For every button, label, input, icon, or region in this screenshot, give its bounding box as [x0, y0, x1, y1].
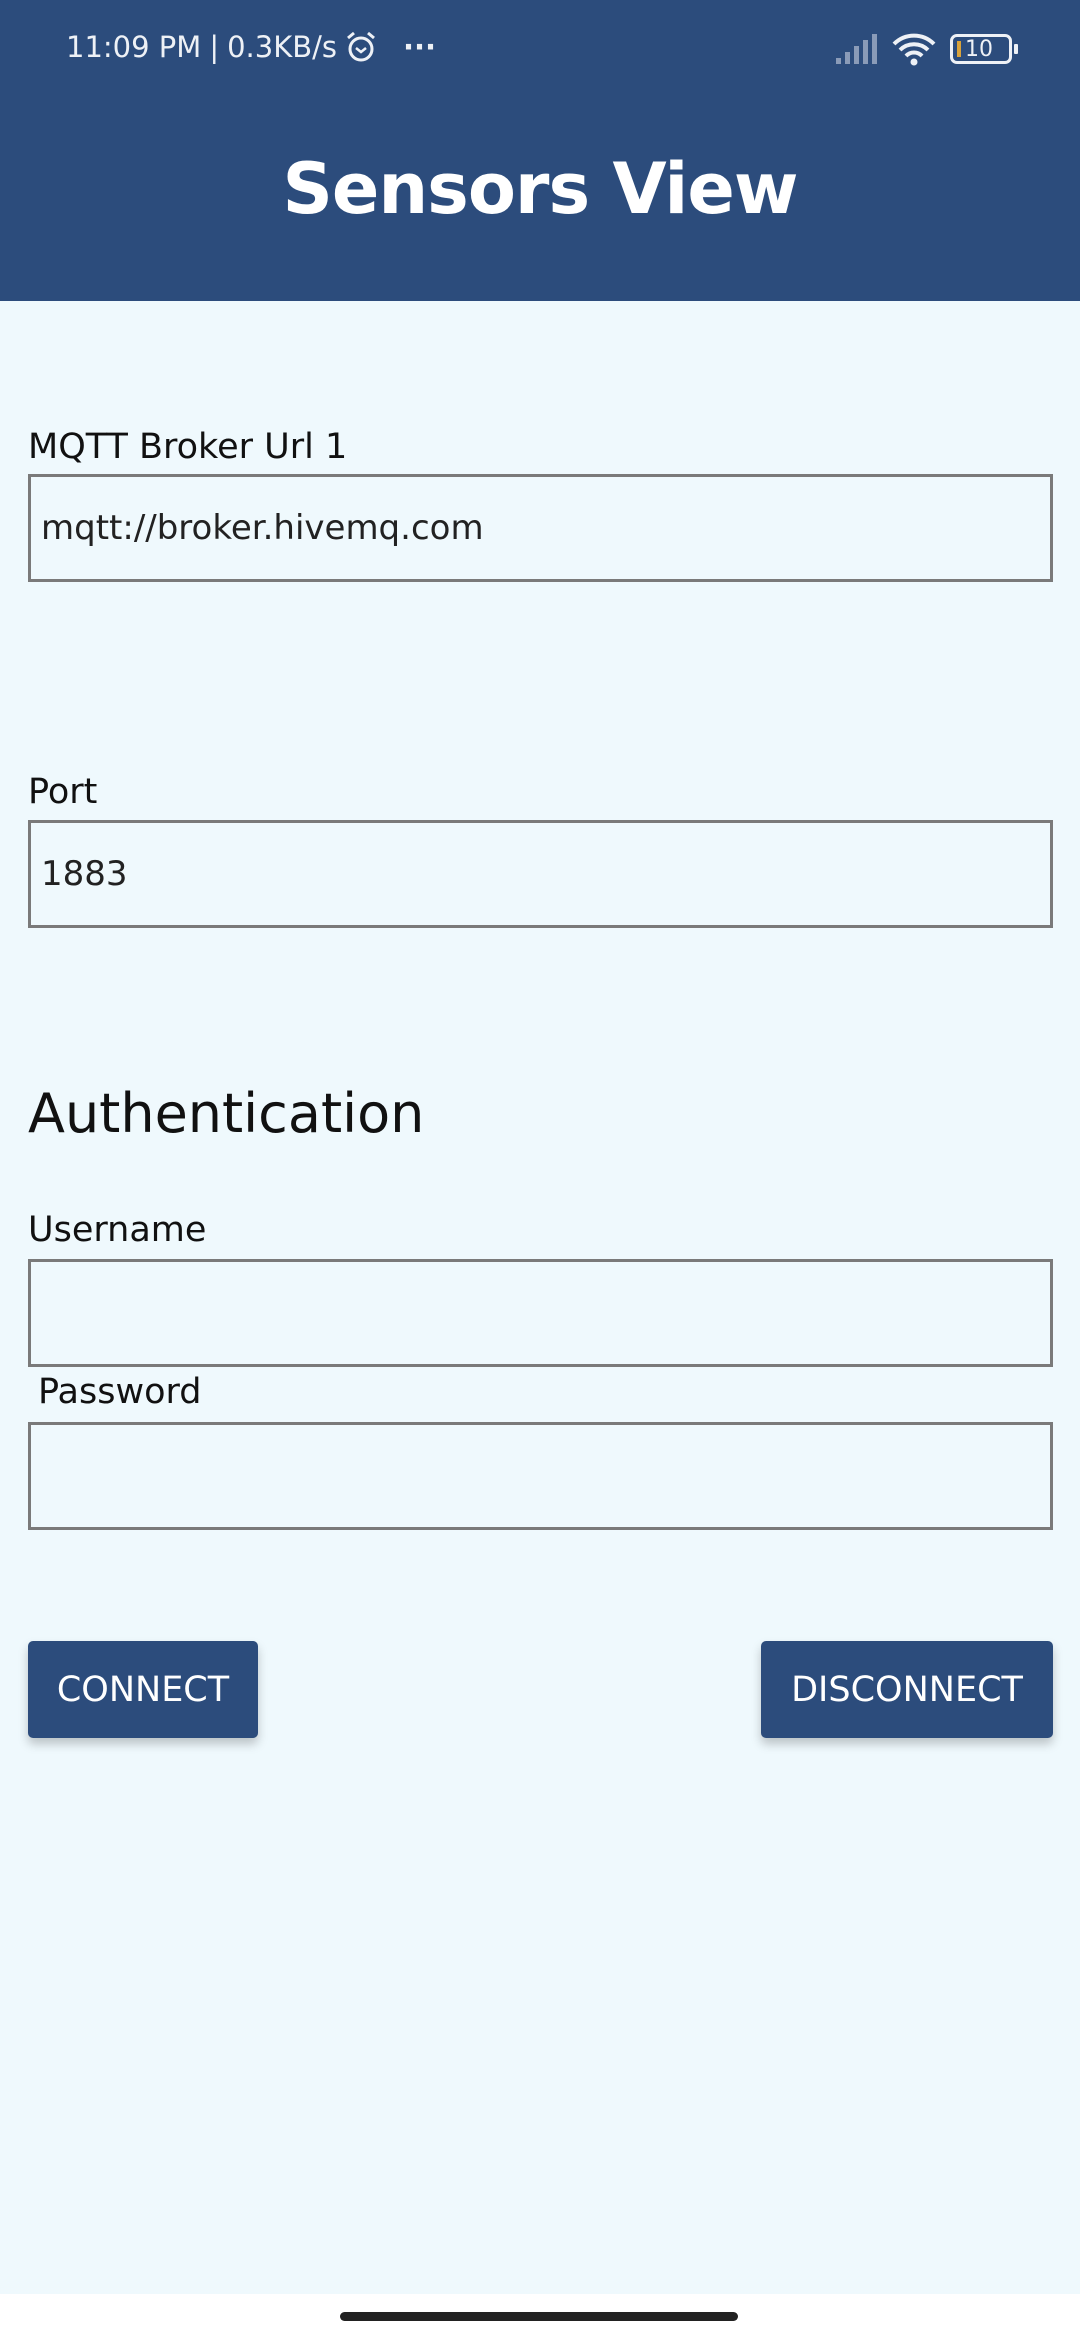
username-input[interactable] [28, 1259, 1053, 1367]
port-label: Port [28, 772, 98, 812]
broker-url-input[interactable] [28, 474, 1053, 582]
username-label: Username [28, 1210, 207, 1250]
port-input[interactable] [28, 820, 1053, 928]
disconnect-button[interactable]: DISCONNECT [761, 1641, 1053, 1738]
status-time: 11:09 PM [66, 30, 202, 64]
home-gesture-handle[interactable] [340, 2312, 738, 2321]
alarm-icon [347, 31, 375, 62]
password-input[interactable] [28, 1422, 1053, 1530]
battery-level: 10 [965, 36, 993, 62]
status-bar-left: 11:09 PM | 0.3KB/s ··· [66, 30, 436, 64]
connect-button[interactable]: CONNECT [28, 1641, 258, 1738]
network-speed: 0.3KB/s [227, 30, 338, 64]
page-title: Sensors View [282, 148, 798, 230]
battery-icon: 10 [950, 34, 1018, 64]
app-header: 11:09 PM | 0.3KB/s ··· 10 Sensors View [0, 0, 1080, 301]
authentication-heading: Authentication [28, 1082, 425, 1145]
more-notifications-icon: ··· [403, 30, 437, 64]
password-label: Password [38, 1372, 202, 1412]
broker-url-label: MQTT Broker Url 1 [28, 427, 348, 467]
status-separator: | [209, 30, 220, 64]
status-bar-right: 10 [836, 32, 1018, 66]
wifi-icon [892, 33, 936, 66]
signal-icon [836, 34, 877, 64]
